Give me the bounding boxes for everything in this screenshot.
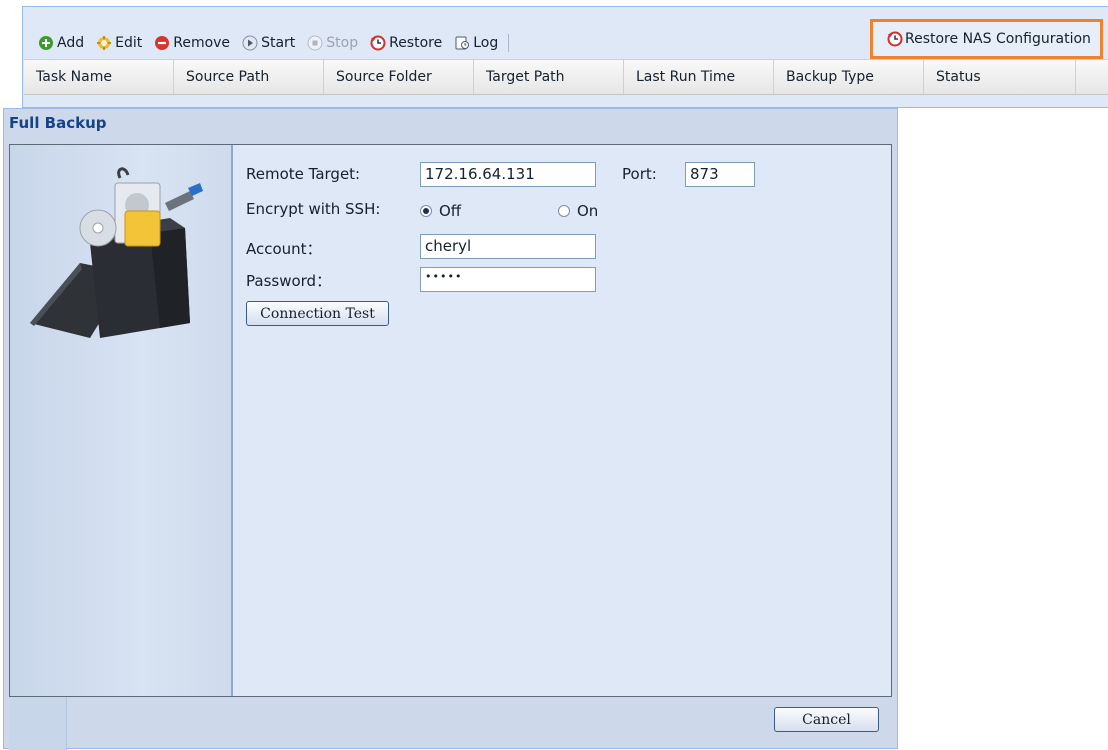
edit-button[interactable]: Edit [96, 31, 142, 55]
column-header-target-path[interactable]: Target Path [474, 60, 624, 94]
toolbar-separator [508, 34, 510, 52]
start-label: Start [261, 35, 296, 51]
restore-label: Restore [389, 35, 443, 51]
column-header-last-run-time[interactable]: Last Run Time [624, 60, 774, 94]
log-icon [455, 36, 470, 50]
column-header-status[interactable]: Status [924, 60, 1076, 94]
remove-button[interactable]: Remove [154, 31, 230, 55]
stop-button[interactable]: Stop [307, 31, 358, 55]
column-header-backup-type[interactable]: Backup Type [774, 60, 924, 94]
log-button[interactable]: Log [454, 31, 498, 55]
password-input[interactable]: ••••• [420, 267, 596, 292]
log-label: Log [473, 35, 499, 51]
dialog-title: Full Backup [9, 114, 107, 132]
account-input[interactable]: cheryl [420, 234, 596, 259]
add-label: Add [57, 35, 85, 51]
stop-label: Stop [326, 35, 359, 51]
remove-icon [155, 36, 170, 50]
restore-icon [887, 31, 903, 47]
edit-icon [97, 36, 112, 50]
encrypt-on-label: On [577, 202, 599, 220]
column-header-source-folder[interactable]: Source Folder [324, 60, 474, 94]
column-header-source-path[interactable]: Source Path [174, 60, 324, 94]
cancel-button[interactable]: Cancel [774, 707, 879, 732]
remote-target-input[interactable]: 172.16.64.131 [420, 162, 596, 187]
radio-selected-icon [420, 205, 432, 217]
encrypt-on-radio[interactable]: On [558, 202, 598, 220]
encrypt-off-radio[interactable]: Off [420, 202, 461, 220]
backup-box-icon [30, 167, 203, 338]
full-backup-dialog: Full Backup Remote Target: 172.16.64.131… [3, 108, 898, 750]
restore-button[interactable]: Restore [370, 31, 442, 55]
port-label: Port: [622, 165, 657, 183]
stop-icon [307, 35, 323, 51]
start-icon [242, 35, 258, 51]
dialog-side-panel [10, 145, 233, 696]
password-label: Password： [246, 272, 332, 290]
grid-header: Task Name Source Path Source Folder Targ… [24, 59, 1108, 95]
edit-label: Edit [115, 35, 143, 51]
restore-nas-configuration-button[interactable]: Restore NAS Configuration [870, 19, 1103, 59]
port-input[interactable]: 873 [685, 162, 755, 187]
start-button[interactable]: Start [242, 31, 295, 55]
dialog-body: Remote Target: 172.16.64.131 Port: 873 E… [9, 144, 892, 697]
account-label: Account： [246, 240, 322, 258]
dialog-footer: Cancel [9, 702, 892, 747]
encrypt-off-label: Off [439, 202, 462, 220]
remote-target-label: Remote Target: [246, 165, 361, 183]
restore-nas-label: Restore NAS Configuration [905, 31, 1091, 47]
remove-label: Remove [173, 35, 231, 51]
add-button[interactable]: Add [38, 31, 84, 55]
column-header-task-name[interactable]: Task Name [24, 60, 174, 94]
add-icon [39, 36, 53, 50]
encrypt-ssh-label: Encrypt with SSH: [246, 200, 381, 218]
radio-unselected-icon [558, 205, 570, 217]
restore-icon [370, 35, 386, 51]
connection-test-button[interactable]: Connection Test [246, 301, 389, 326]
